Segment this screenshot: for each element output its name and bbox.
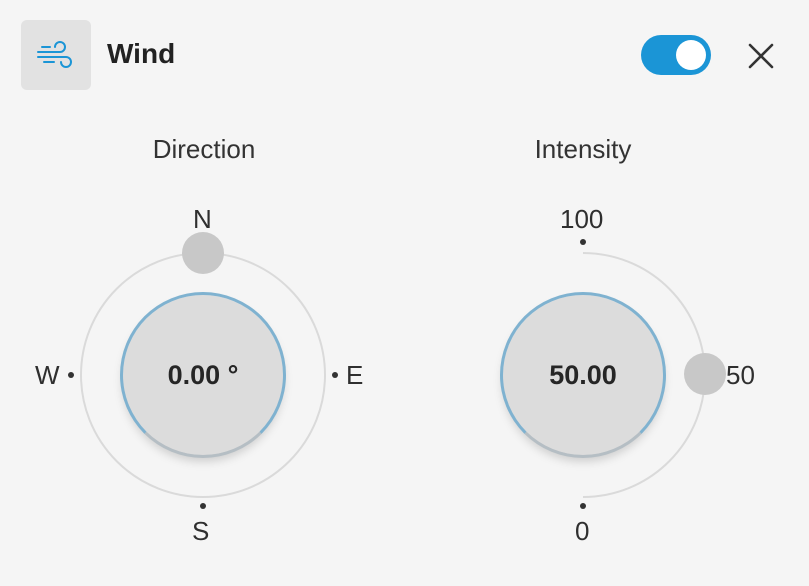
intensity-arc bbox=[582, 252, 706, 498]
intensity-max-tick bbox=[580, 239, 586, 245]
intensity-handle[interactable] bbox=[684, 353, 726, 395]
intensity-value: 50.00 bbox=[549, 359, 617, 390]
intensity-mid-label: 50 bbox=[726, 360, 755, 390]
intensity-min-label: 0 bbox=[575, 516, 590, 546]
intensity-dial: 50.00 bbox=[500, 292, 666, 458]
intensity-max-label: 100 bbox=[560, 204, 604, 234]
intensity-min-tick bbox=[580, 503, 586, 509]
